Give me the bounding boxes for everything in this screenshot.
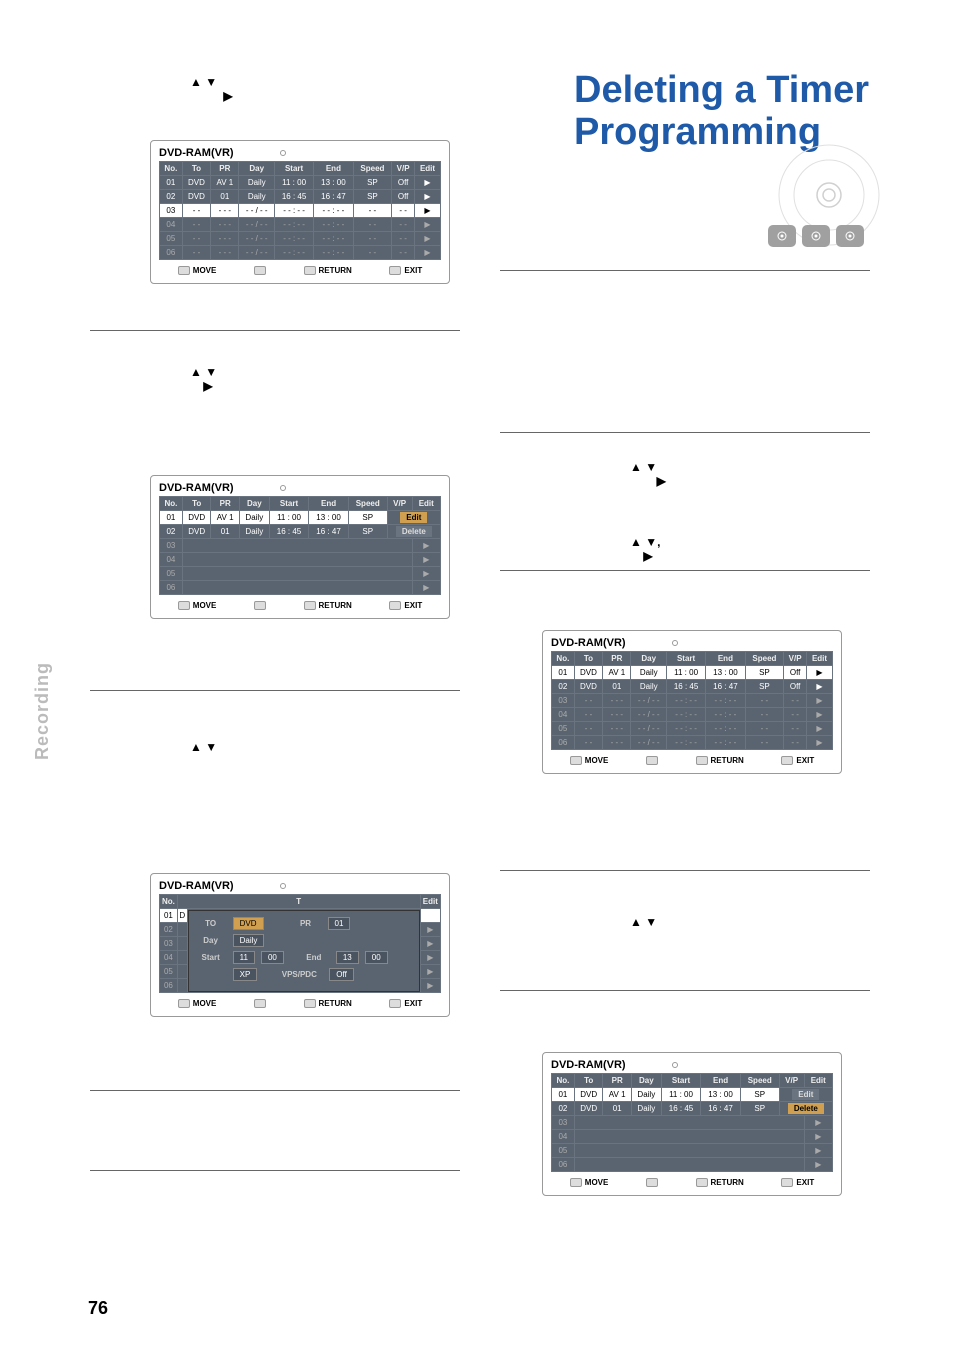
day-field[interactable]: Daily — [233, 934, 265, 947]
instruction-arrows: ▲ ▼ ▶ — [190, 75, 233, 103]
start-h[interactable]: 11 — [233, 951, 255, 964]
vps-field[interactable]: Off — [329, 968, 354, 981]
edit-menu-item[interactable]: Edit — [400, 512, 427, 523]
xp-field[interactable]: XP — [233, 968, 258, 981]
edit-menu-item[interactable]: Edit — [792, 1089, 819, 1100]
panel-label: DVD-RAM(VR) — [159, 147, 234, 159]
timer-table: No.ToPRDayStartEndSpeedV/PEdit 01DVDAV 1… — [159, 161, 441, 260]
instruction-arrows: ▲ ▼ — [630, 915, 657, 929]
disc-illustration — [744, 140, 884, 280]
divider — [500, 570, 870, 571]
side-label: Recording — [32, 662, 53, 760]
divider — [90, 1090, 460, 1091]
timer-panel-3: DVD-RAM(VR) No.TEdit 01D TODVDPR01 DayDa… — [150, 873, 450, 1017]
timer-panel-4: DVD-RAM(VR) No.ToPRDayStartEndSpeedV/PEd… — [542, 630, 842, 774]
title-l1: Deleting a Timer — [574, 69, 869, 111]
edit-popup: TODVDPR01 DayDaily Start1100End1300 XPVP… — [188, 910, 420, 992]
delete-menu-item[interactable]: Delete — [788, 1103, 824, 1114]
page-number: 76 — [88, 1298, 108, 1319]
divider — [90, 330, 460, 331]
delete-menu-item[interactable]: Delete — [396, 526, 432, 537]
end-m[interactable]: 00 — [365, 951, 388, 964]
divider — [500, 990, 870, 991]
panel-footer: MOVE RETURN EXIT — [159, 266, 441, 275]
timer-panel-5: DVD-RAM(VR) No.ToPRDayStartEndSpeedV/PEd… — [542, 1052, 842, 1196]
to-field[interactable]: DVD — [233, 917, 264, 930]
timer-panel-2: DVD-RAM(VR) No.ToPRDayStartEndSpeedV/PEd… — [150, 475, 450, 619]
timer-panel-1: DVD-RAM(VR) No.ToPRDayStartEndSpeedV/PEd… — [150, 140, 450, 284]
disc-icon — [836, 225, 864, 247]
instruction-arrows: ▲ ▼ — [190, 740, 217, 754]
instruction-arrows: ▲ ▼ ▶ — [190, 365, 217, 393]
disc-icon — [768, 225, 796, 247]
instruction-arrows: ▲ ▼, ▶ — [630, 535, 660, 563]
disc-icon — [802, 225, 830, 247]
divider — [500, 870, 870, 871]
end-h[interactable]: 13 — [336, 951, 359, 964]
divider — [500, 432, 870, 433]
divider — [90, 690, 460, 691]
pr-field[interactable]: 01 — [328, 917, 351, 930]
start-m[interactable]: 00 — [261, 951, 284, 964]
rec-icon — [280, 150, 286, 156]
divider — [90, 1170, 460, 1171]
instruction-arrows: ▲ ▼ ▶ — [630, 460, 666, 488]
disc-format-icons — [768, 225, 864, 247]
divider — [500, 270, 870, 271]
